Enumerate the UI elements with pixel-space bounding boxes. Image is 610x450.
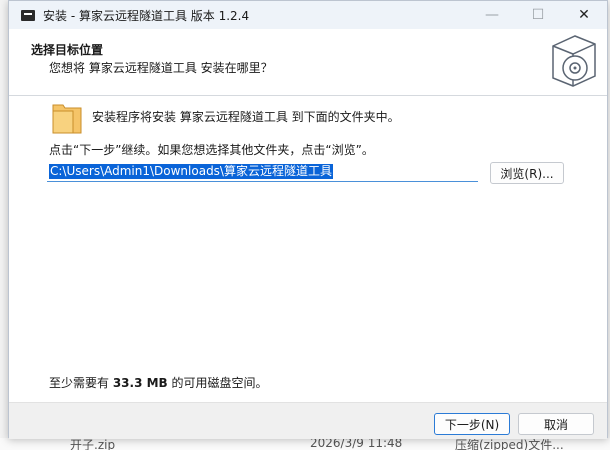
install-path-input[interactable]: C:\Users\Admin1\Downloads\算家云远程隧道工具 bbox=[47, 163, 478, 182]
maximize-button[interactable]: ☐ bbox=[515, 1, 561, 29]
disk-space-suffix: 的可用磁盘空间。 bbox=[167, 376, 268, 390]
disk-space-prefix: 至少需要有 bbox=[49, 376, 113, 390]
page-title: 选择目标位置 bbox=[31, 43, 104, 57]
disk-space-text: 至少需要有 33.3 MB 的可用磁盘空间。 bbox=[49, 374, 268, 391]
title-bar[interactable]: 安装 - 算家云远程隧道工具 版本 1.2.4 — ☐ ✕ bbox=[9, 1, 607, 29]
instruction-text: 点击“下一步”继续。如果您想选择其他文件夹，点击“浏览”。 bbox=[49, 143, 374, 157]
background-file-name: 开子.zip bbox=[70, 438, 116, 450]
background-explorer-left bbox=[0, 0, 8, 450]
window-title: 安装 - 算家云远程隧道工具 版本 1.2.4 bbox=[43, 9, 250, 23]
disc-install-icon bbox=[552, 35, 596, 87]
close-button[interactable]: ✕ bbox=[561, 1, 607, 29]
wizard-header: 选择目标位置 您想将 算家云远程隧道工具 安装在哪里？ bbox=[9, 29, 607, 95]
wizard-footer: 下一步(N) 取消 bbox=[9, 402, 607, 439]
browse-button[interactable]: 浏览(R)... bbox=[490, 162, 564, 184]
wizard-body: 安装程序将安装 算家云远程隧道工具 到下面的文件夹中。 点击“下一步”继续。如果… bbox=[9, 96, 607, 402]
background-file-type: 压缩(zipped)文件... bbox=[455, 438, 564, 450]
folder-icon bbox=[52, 104, 82, 134]
installer-window: 安装 - 算家云远程隧道工具 版本 1.2.4 — ☐ ✕ 选择目标位置 您想将… bbox=[8, 0, 608, 439]
install-info-text: 安装程序将安装 算家云远程隧道工具 到下面的文件夹中。 bbox=[92, 110, 400, 124]
background-explorer-row: 开子.zip 2026/3/9 11:48 压缩(zipped)文件... bbox=[0, 438, 610, 450]
minimize-button[interactable]: — bbox=[469, 1, 515, 29]
page-subtitle: 您想将 算家云远程隧道工具 安装在哪里？ bbox=[49, 61, 273, 75]
next-button[interactable]: 下一步(N) bbox=[434, 413, 510, 435]
background-file-date: 2026/3/9 11:48 bbox=[310, 438, 403, 450]
app-icon bbox=[21, 10, 35, 21]
install-path-value: C:\Users\Admin1\Downloads\算家云远程隧道工具 bbox=[49, 164, 333, 179]
disk-space-amount: 33.3 MB bbox=[112, 376, 168, 390]
cancel-button[interactable]: 取消 bbox=[518, 413, 594, 435]
